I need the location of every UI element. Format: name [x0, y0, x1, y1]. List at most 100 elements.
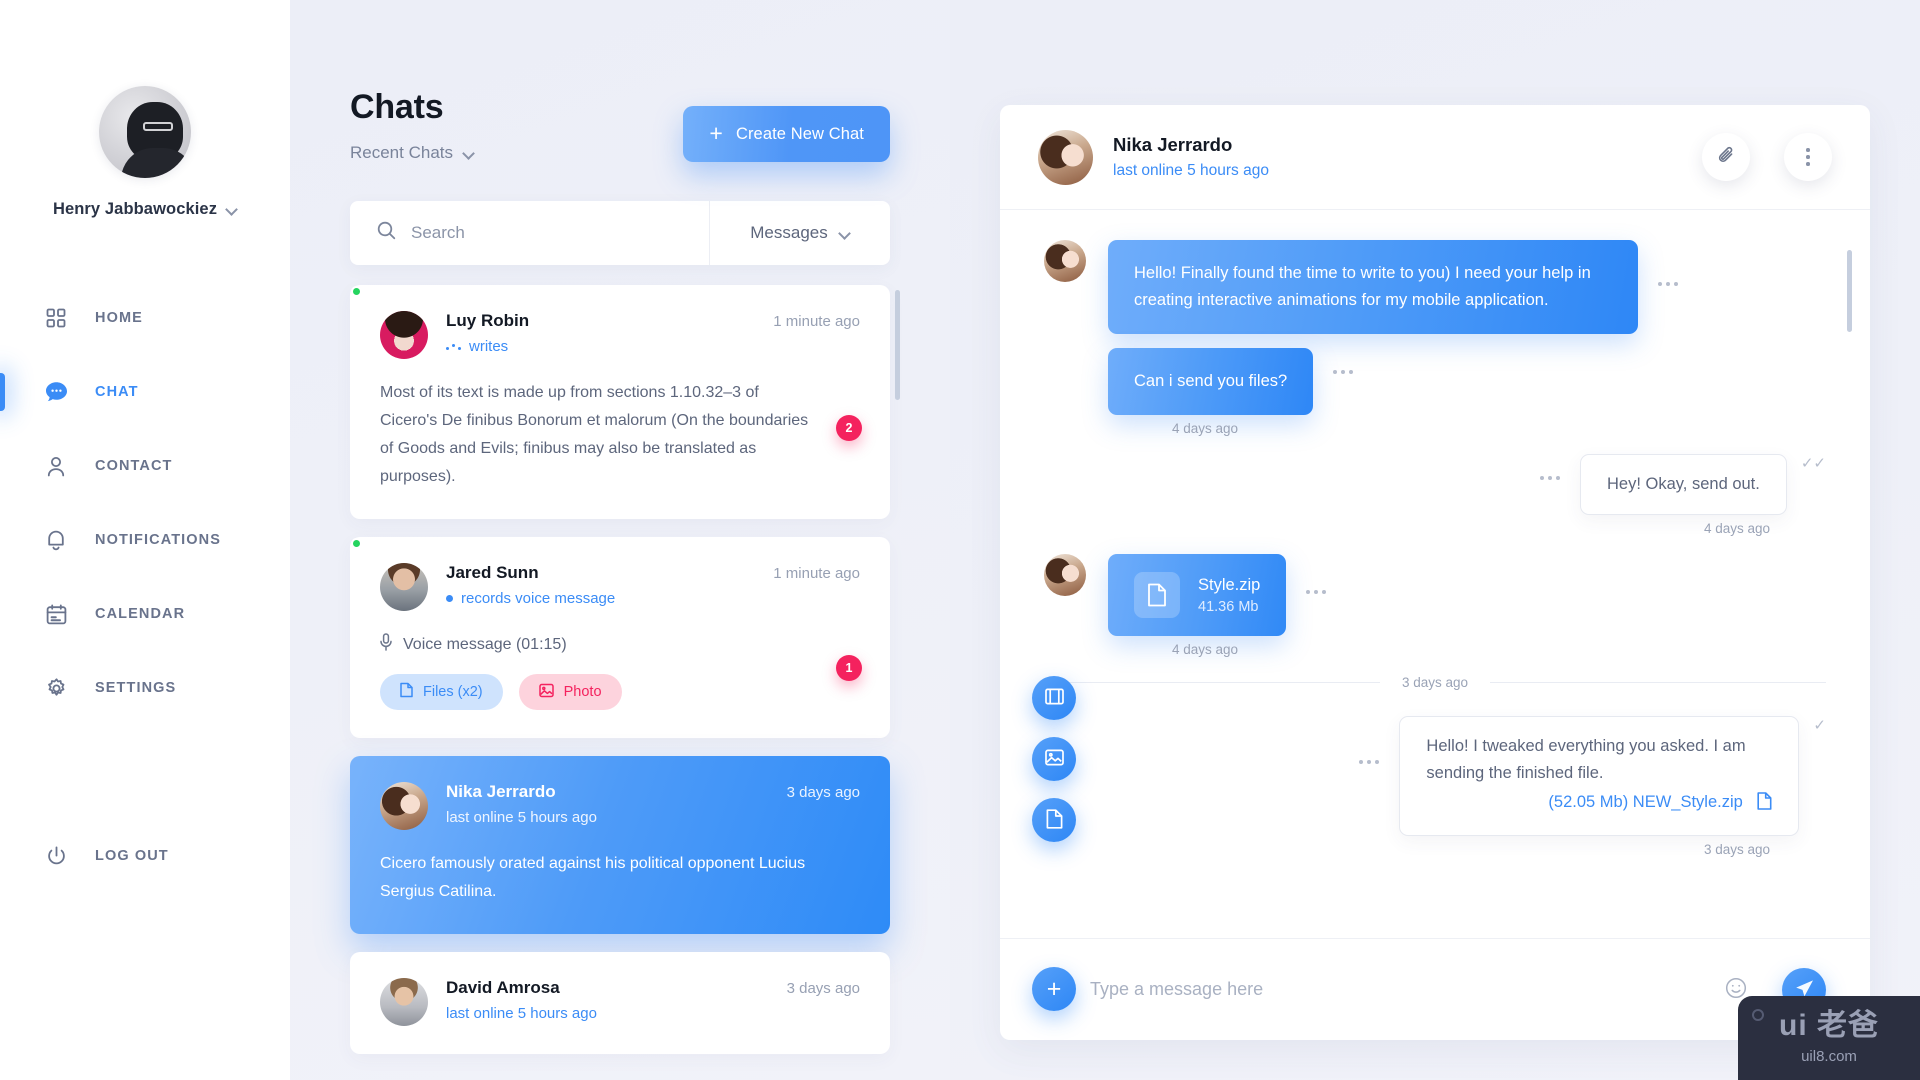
recording-dot-icon — [446, 595, 453, 602]
tag-files[interactable]: Files (x2) — [380, 674, 503, 710]
plus-icon: + — [1046, 974, 1062, 1003]
sidebar-item-calendar[interactable]: CALENDAR — [0, 577, 290, 651]
message-options-icon[interactable] — [1540, 476, 1560, 480]
file-attachment-bubble[interactable]: Style.zip 41.36 Mb — [1108, 554, 1287, 636]
add-attachment-button[interactable]: + — [1032, 967, 1076, 1011]
sidebar-item-home[interactable]: HOME — [0, 281, 290, 355]
message-row-incoming-file: Style.zip 41.36 Mb — [1044, 554, 1826, 636]
message-bubble[interactable]: Hello! I tweaked everything you asked. I… — [1399, 716, 1800, 836]
paperclip-icon — [1717, 146, 1736, 168]
file-name: Style.zip — [1198, 575, 1261, 594]
voice-message-row[interactable]: Voice message (01:15) — [380, 633, 860, 656]
sidebar-item-logout[interactable]: LOG OUT — [0, 819, 169, 893]
conversation-header: Nika Jerrardo last online 5 hours ago — [1000, 105, 1870, 210]
attach-file-button[interactable] — [1702, 133, 1750, 181]
document-icon — [1134, 572, 1180, 618]
create-new-chat-label: Create New Chat — [735, 124, 864, 143]
message-bubble[interactable]: Hello! Finally found the time to write t… — [1108, 240, 1638, 334]
avatar — [1044, 554, 1086, 596]
tag-photo[interactable]: Photo — [518, 674, 622, 710]
sidebar-item-contact[interactable]: CONTACT — [0, 429, 290, 503]
message-options-icon[interactable] — [1359, 760, 1380, 764]
avatar — [1038, 129, 1093, 185]
attach-video-button[interactable] — [1032, 676, 1076, 720]
search-field-wrap[interactable] — [350, 201, 710, 265]
create-new-chat-button[interactable]: + Create New Chat — [683, 106, 890, 162]
avatar — [380, 311, 428, 359]
online-indicator — [351, 286, 362, 297]
chevron-down-icon — [226, 204, 237, 215]
message-text: Hello! I tweaked everything you asked. I… — [1426, 737, 1746, 782]
list-item[interactable]: Luy Robin 1 minute ago writes Most of it… — [350, 285, 890, 519]
avatar — [380, 563, 428, 611]
plus-icon: + — [709, 119, 723, 146]
sidebar-item-label: LOG OUT — [95, 848, 169, 864]
avatar — [1044, 240, 1086, 282]
message-bubble[interactable]: Can i send you files? — [1108, 348, 1314, 415]
sidebar-item-chat[interactable]: CHAT — [0, 355, 290, 429]
file-download-link[interactable]: (52.05 Mb) NEW_Style.zip — [1426, 789, 1772, 819]
double-check-icon: ✓✓ — [1800, 455, 1826, 472]
message-timestamp: 4 days ago — [1172, 642, 1239, 657]
watermark-logo: ui 老爸 — [1779, 1009, 1879, 1042]
messages-dropdown[interactable]: Messages — [710, 201, 890, 265]
list-item[interactable]: Jared Sunn 1 minute ago records voice me… — [350, 537, 890, 738]
message-input[interactable] — [1090, 979, 1690, 1000]
timestamp: 1 minute ago — [773, 313, 860, 330]
status-text: records voice message — [461, 590, 616, 607]
grid-icon — [44, 306, 68, 330]
chats-panel: Chats Recent Chats + Create New Chat Sea… — [290, 0, 950, 1080]
conversation-panel: Nika Jerrardo last online 5 hours ago He… — [950, 0, 1920, 1080]
message-bubble[interactable]: Hey! Okay, send out. — [1580, 454, 1787, 515]
search-input[interactable] — [411, 223, 709, 243]
single-check-icon: ✓ — [1813, 717, 1826, 734]
day-divider: 3 days ago — [1044, 675, 1826, 690]
attachment-fab-group — [1032, 676, 1076, 842]
attach-image-button[interactable] — [1032, 737, 1076, 781]
sidebar-item-label: SETTINGS — [95, 680, 177, 696]
sidebar-item-settings[interactable]: SETTINGS — [0, 651, 290, 725]
chat-list: Luy Robin 1 minute ago writes Most of it… — [350, 285, 890, 1054]
conversation-scrollbar[interactable] — [1847, 250, 1852, 332]
message-timestamp: 4 days ago — [1703, 521, 1770, 536]
contact-name: David Amrosa — [446, 978, 560, 997]
chat-list-scrollbar[interactable] — [895, 290, 900, 400]
video-icon — [1044, 688, 1064, 708]
list-item[interactable]: David Amrosa 3 days ago last online 5 ho… — [350, 952, 890, 1054]
status-text-wrap: last online 5 hours ago — [446, 809, 860, 826]
file-icon — [400, 682, 413, 702]
message-options-icon[interactable] — [1658, 282, 1678, 286]
attachment-tags: Files (x2) Photo — [380, 674, 860, 710]
sidebar-profile[interactable]: Henry Jabbawockiez — [0, 0, 290, 219]
sidebar-item-notifications[interactable]: NOTIFICATIONS — [0, 503, 290, 577]
person-icon — [44, 454, 68, 478]
conversation-more-button[interactable] — [1784, 133, 1832, 181]
message-options-icon[interactable] — [1306, 590, 1327, 594]
chevron-down-icon — [463, 148, 474, 159]
message-row-incoming: Can i send you files? — [1044, 348, 1826, 415]
message-list: Hello! Finally found the time to write t… — [1000, 210, 1870, 938]
watermark-url: uil8.com — [1801, 1048, 1857, 1065]
unread-badge: 1 — [836, 655, 862, 681]
message-timestamp: 3 days ago — [1703, 842, 1770, 857]
sidebar-item-label: NOTIFICATIONS — [95, 532, 221, 548]
conversation-card: Nika Jerrardo last online 5 hours ago He… — [1000, 105, 1870, 1040]
power-icon — [44, 844, 68, 868]
microphone-icon — [380, 633, 392, 656]
timestamp: 3 days ago — [786, 980, 860, 997]
profile-name-row[interactable]: Henry Jabbawockiez — [53, 200, 237, 219]
avatar — [380, 978, 428, 1026]
timestamp: 1 minute ago — [773, 565, 860, 582]
sidebar-item-label: CALENDAR — [95, 606, 186, 622]
message-options-icon[interactable] — [1333, 370, 1354, 374]
image-icon — [1044, 749, 1064, 769]
image-icon — [538, 683, 554, 702]
app-root: Henry Jabbawockiez HOME CHAT CONTACT NOT… — [0, 0, 1920, 1080]
list-item-selected[interactable]: Nika Jerrardo 3 days ago last online 5 h… — [350, 756, 890, 934]
profile-name: Henry Jabbawockiez — [52, 200, 218, 218]
attach-document-button[interactable] — [1032, 798, 1076, 842]
status-text: last online 5 hours ago — [446, 1005, 597, 1022]
document-icon — [1046, 808, 1063, 832]
chevron-down-icon — [839, 228, 850, 239]
message-preview: Most of its text is made up from section… — [380, 384, 809, 485]
